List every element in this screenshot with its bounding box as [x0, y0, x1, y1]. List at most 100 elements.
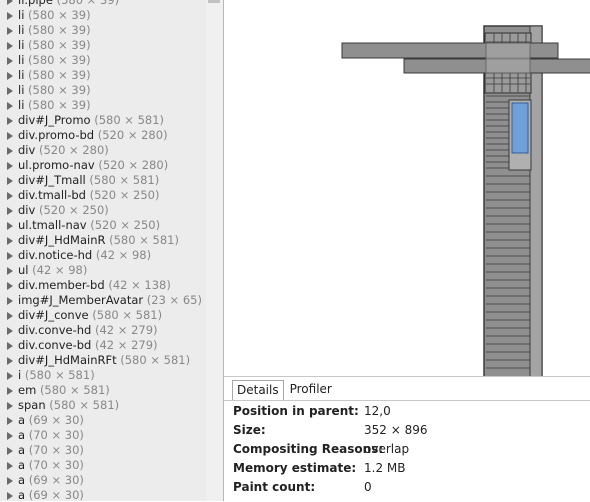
expand-arrow-icon[interactable] [7, 57, 13, 65]
layer-tree-item-dims: (520 × 250) [90, 218, 161, 232]
layer-tree-item[interactable]: div#J_conve (580 × 581) [0, 308, 206, 323]
expand-arrow-icon[interactable] [7, 102, 13, 110]
expand-arrow-icon[interactable] [7, 387, 13, 395]
tree-scrollbar-thumb[interactable] [208, 0, 220, 3]
layer-tree-item[interactable]: div#J_Promo (580 × 581) [0, 113, 206, 128]
tree-scrollbar[interactable] [206, 0, 223, 501]
expand-arrow-icon[interactable] [7, 162, 13, 170]
layer-tree-item-dims: (23 × 65) [146, 293, 202, 307]
layer-tree-item[interactable]: div.notice-hd (42 × 98) [0, 248, 206, 263]
expand-arrow-icon[interactable] [7, 222, 13, 230]
expand-arrow-icon[interactable] [7, 132, 13, 140]
expand-arrow-icon[interactable] [7, 252, 13, 260]
layer-tree-item-name: div.promo-bd [18, 128, 95, 142]
layer-tree-item[interactable]: em (580 × 581) [0, 383, 206, 398]
tab-details[interactable]: Details [232, 380, 284, 401]
layer-tree-item-name: div.tmall-bd [18, 188, 86, 202]
layer-tree-item-dims: (520 × 280) [97, 128, 168, 142]
layer-tree-item-name: div.member-bd [18, 278, 105, 292]
expand-arrow-icon[interactable] [7, 87, 13, 95]
layer-tree-item[interactable]: li (580 × 39) [0, 8, 206, 23]
expand-arrow-icon[interactable] [7, 42, 13, 50]
layer-tree-item-name: li [18, 8, 25, 22]
layer-tree-item-name: li [18, 68, 25, 82]
expand-arrow-icon[interactable] [7, 327, 13, 335]
layer-tree-item[interactable]: div.conve-hd (42 × 279) [0, 323, 206, 338]
layer-tree-item-name: li.pipe [18, 0, 53, 7]
expand-arrow-icon[interactable] [7, 282, 13, 290]
expand-arrow-icon[interactable] [7, 372, 13, 380]
expand-arrow-icon[interactable] [7, 492, 13, 500]
expand-arrow-icon[interactable] [7, 207, 13, 215]
layer-tree-item-name: a [18, 413, 26, 427]
layer-tree-item[interactable]: div#J_Tmall (580 × 581) [0, 173, 206, 188]
expand-arrow-icon[interactable] [7, 312, 13, 320]
expand-arrow-icon[interactable] [7, 402, 13, 410]
layer-tree-list: li.pipe (580 × 39) li (580 × 39) li (580 ×… [0, 0, 206, 501]
layer-tree-item[interactable]: li (580 × 39) [0, 83, 206, 98]
layer-tree-item[interactable]: div (520 × 280) [0, 143, 206, 158]
layer-tree-item[interactable]: div.tmall-bd (520 × 250) [0, 188, 206, 203]
layer-tree-item[interactable]: div.promo-bd (520 × 280) [0, 128, 206, 143]
layer-tree-item[interactable]: ul.promo-nav (520 × 280) [0, 158, 206, 173]
detail-value: 352 × 896 [364, 423, 428, 437]
layer-tree-item-dims: (42 × 98) [95, 248, 152, 262]
layer-tree-item-dims: (580 × 39) [56, 0, 120, 7]
detail-label: Memory estimate: [233, 461, 357, 475]
layer-tree-item[interactable]: div.member-bd (42 × 138) [0, 278, 206, 293]
layer-tree-item[interactable]: div.conve-bd (42 × 279) [0, 338, 206, 353]
layer-tree-item[interactable]: a (69 × 30) [0, 488, 206, 501]
layer-tree-item-name: div#J_conve [18, 308, 89, 322]
layers-3d-viewport[interactable] [224, 0, 590, 376]
layer-tree-item[interactable]: ul (42 × 98) [0, 263, 206, 278]
layer-tree-item[interactable]: i (580 × 581) [0, 368, 206, 383]
expand-arrow-icon[interactable] [7, 177, 13, 185]
expand-arrow-icon[interactable] [7, 342, 13, 350]
expand-arrow-icon[interactable] [7, 192, 13, 200]
expand-arrow-icon[interactable] [7, 27, 13, 35]
layer-tree-item-dims: (42 × 279) [95, 323, 158, 337]
layer-tree-item[interactable]: a (70 × 30) [0, 428, 206, 443]
expand-arrow-icon[interactable] [7, 357, 13, 365]
layer-tree-item[interactable]: a (70 × 30) [0, 458, 206, 473]
layer-tree-item-name: div [18, 143, 36, 157]
expand-arrow-icon[interactable] [7, 72, 13, 80]
layer-tree-item[interactable]: div#J_HdMainRFt (580 × 581) [0, 353, 206, 368]
expand-arrow-icon[interactable] [7, 117, 13, 125]
layer-tree-item[interactable]: li (580 × 39) [0, 53, 206, 68]
layer-tree-item[interactable]: span (580 × 581) [0, 398, 206, 413]
layer-tree-item-dims: (520 × 280) [98, 158, 169, 172]
layer-tree-item[interactable]: a (69 × 30) [0, 473, 206, 488]
layer-tree-item[interactable]: div#J_HdMainR (580 × 581) [0, 233, 206, 248]
layer-selected-avatar[interactable] [511, 102, 529, 154]
expand-arrow-icon[interactable] [7, 417, 13, 425]
layer-tree-item[interactable]: li.pipe (580 × 39) [0, 0, 206, 8]
layer-tree-item[interactable]: a (70 × 30) [0, 443, 206, 458]
layer-tree-item-name: a [18, 458, 26, 472]
expand-arrow-icon[interactable] [7, 477, 13, 485]
layer-tree-item[interactable]: li (580 × 39) [0, 98, 206, 113]
tab-profiler[interactable]: Profiler [286, 380, 336, 399]
layer-tree-item[interactable]: li (580 × 39) [0, 23, 206, 38]
expand-arrow-icon[interactable] [7, 237, 13, 245]
layer-tree-item[interactable]: ul.tmall-nav (520 × 250) [0, 218, 206, 233]
expand-arrow-icon[interactable] [7, 297, 13, 305]
layer-tree-item[interactable]: li (580 × 39) [0, 38, 206, 53]
layer-tree-item[interactable]: a (69 × 30) [0, 413, 206, 428]
layer-tree-item[interactable]: li (580 × 39) [0, 68, 206, 83]
layer-tree-item[interactable]: img#J_MemberAvatar (23 × 65) [0, 293, 206, 308]
expand-arrow-icon[interactable] [7, 432, 13, 440]
expand-arrow-icon[interactable] [7, 0, 13, 5]
layer-tree-panel: li.pipe (580 × 39) li (580 × 39) li (580 ×… [0, 0, 206, 501]
layer-tree-item[interactable]: div (520 × 250) [0, 203, 206, 218]
expand-arrow-icon[interactable] [7, 462, 13, 470]
expand-arrow-icon[interactable] [7, 147, 13, 155]
layers-canvas[interactable] [224, 0, 590, 376]
expand-arrow-icon[interactable] [7, 12, 13, 20]
layer-tree-item-name: div.conve-hd [18, 323, 92, 337]
expand-arrow-icon[interactable] [7, 267, 13, 275]
layer-tree-item-name: a [18, 473, 26, 487]
layer-tree-item-dims: (580 × 39) [28, 68, 91, 82]
layer-tree-item-dims: (69 × 30) [28, 413, 84, 427]
expand-arrow-icon[interactable] [7, 447, 13, 455]
